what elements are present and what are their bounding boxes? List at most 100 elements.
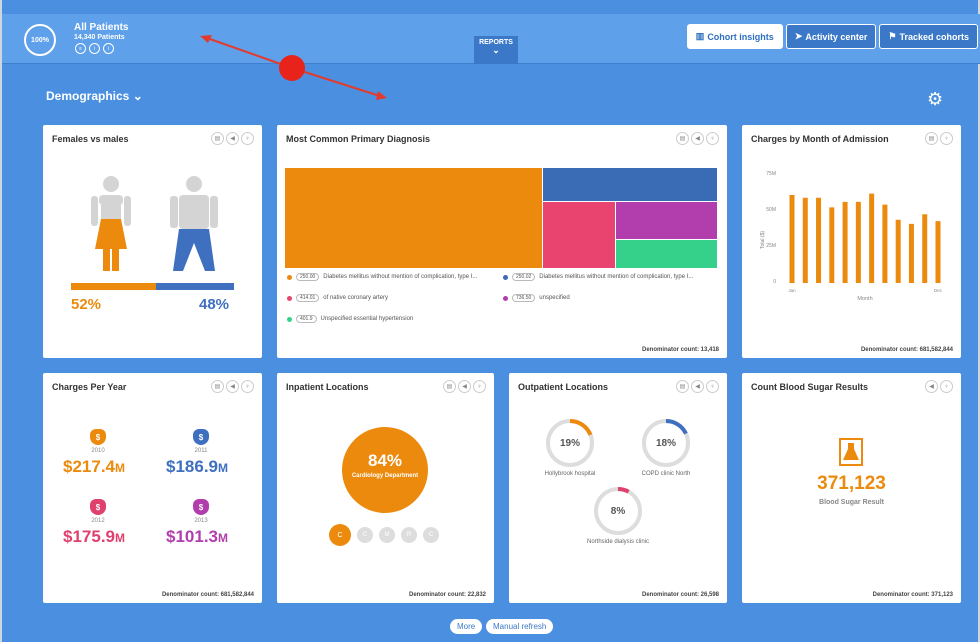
- male-percent: 48%: [199, 296, 230, 313]
- x-axis-title: Month: [857, 296, 872, 302]
- pager-dot-active[interactable]: C: [329, 524, 351, 546]
- bar-oct[interactable]: [908, 223, 914, 283]
- female-figure-icon: [91, 176, 131, 271]
- diagnosis-code: 414.01: [296, 294, 320, 302]
- legend-item[interactable]: 250.00 Diabetes mellitus without mention…: [287, 273, 477, 281]
- donut-percent: 19%: [560, 438, 580, 449]
- dashboard-frame: 100% All Patients 14,340 Patients ≡ i i …: [0, 0, 980, 642]
- announce-icon[interactable]: ◀: [925, 380, 938, 393]
- table-icon[interactable]: ▤: [676, 380, 689, 393]
- bar-jul[interactable]: [869, 193, 875, 283]
- year-amount: $175.9M: [63, 527, 125, 547]
- pager-dot[interactable]: C: [357, 527, 373, 543]
- section-title: Demographics: [46, 89, 130, 103]
- lightbulb-icon[interactable]: ♀: [706, 132, 719, 145]
- year-label: 2012: [91, 518, 105, 524]
- bar-may[interactable]: [842, 201, 848, 283]
- activity-center-button[interactable]: ➤ Activity center: [785, 24, 877, 49]
- location-pager: C C M R C: [329, 524, 439, 546]
- denominator-count: Denominator count: 26,598: [641, 592, 719, 598]
- treemap-cell-401-9: [616, 240, 717, 268]
- cohort-percent-ring[interactable]: 100%: [24, 24, 56, 56]
- card-charges-by-month: Charges by Month of Admission ▤ ♀ Total …: [742, 125, 961, 358]
- diagnosis-code: 250.02: [512, 273, 536, 281]
- card-charges-per-year: Charges Per Year ▤ ◀ ♀ $ 2010 $217.4M $ …: [43, 373, 262, 603]
- amount-value: $217.4: [63, 457, 115, 476]
- table-icon[interactable]: ▤: [925, 132, 938, 145]
- card-title: Most Common Primary Diagnosis: [286, 134, 431, 144]
- diagnosis-text: unspecified: [539, 295, 570, 301]
- table-icon[interactable]: ▤: [211, 380, 224, 393]
- chevron-down-icon: ⌄: [492, 45, 500, 55]
- section-dropdown[interactable]: Demographics ⌄: [46, 89, 143, 103]
- diagnosis-text: Unspecified essential hypertension: [320, 316, 414, 322]
- list-icon[interactable]: ≡: [75, 43, 86, 54]
- inpatient-bubble[interactable]: 84% Cardiology Department: [342, 427, 428, 513]
- cohort-title[interactable]: All Patients: [74, 22, 128, 33]
- year-label: 2011: [194, 448, 208, 454]
- card-title: Count Blood Sugar Results: [751, 382, 868, 392]
- lightbulb-icon[interactable]: ♀: [473, 380, 486, 393]
- card-actions: ▤ ◀ ♀: [211, 132, 254, 145]
- tracked-cohorts-button[interactable]: ⚑ Tracked cohorts: [879, 24, 978, 49]
- card-actions: ▤ ◀ ♀: [676, 132, 719, 145]
- blood-sugar-value: 371,123: [817, 473, 886, 494]
- announce-icon[interactable]: ◀: [226, 380, 239, 393]
- card-title: Charges Per Year: [52, 382, 127, 392]
- more-button[interactable]: More: [450, 619, 483, 634]
- table-icon[interactable]: ▤: [211, 132, 224, 145]
- bar-feb[interactable]: [802, 197, 808, 283]
- bar-mar[interactable]: [816, 197, 822, 283]
- denominator-count: Denominator count: 13,418: [641, 347, 719, 353]
- announce-icon[interactable]: ◀: [691, 380, 704, 393]
- male-bar: [155, 283, 234, 290]
- amount-value: $101.3: [166, 527, 218, 546]
- money-bag-icon: $: [90, 429, 106, 445]
- tracked-cohorts-label: Tracked cohorts: [899, 31, 969, 42]
- announce-icon[interactable]: ◀: [458, 380, 471, 393]
- lightbulb-icon[interactable]: ♀: [940, 380, 953, 393]
- bar-aug[interactable]: [882, 204, 888, 283]
- bar-dec[interactable]: [935, 221, 941, 283]
- info-icon[interactable]: i: [103, 43, 114, 54]
- legend-item[interactable]: 414.01 of native coronary artery: [287, 294, 388, 302]
- table-icon[interactable]: ▤: [443, 380, 456, 393]
- announce-icon[interactable]: ◀: [691, 132, 704, 145]
- info-icon[interactable]: i: [89, 43, 100, 54]
- card-title: Charges by Month of Admission: [751, 134, 889, 144]
- table-icon[interactable]: ▤: [676, 132, 689, 145]
- legend-dot: [287, 295, 292, 301]
- cohort-percent: 100%: [31, 36, 49, 44]
- lightbulb-icon[interactable]: ♀: [241, 380, 254, 393]
- female-percent: 52%: [71, 296, 102, 313]
- legend-item[interactable]: 401.9 Unspecified essential hypertension: [287, 315, 413, 323]
- announce-icon[interactable]: ◀: [226, 132, 239, 145]
- top-nav-buttons: ▥ Cohort insights ➤ Activity center ⚑ Tr…: [686, 24, 978, 49]
- legend-item[interactable]: 736.50 unspecified: [503, 294, 570, 302]
- amount-unit: M: [218, 461, 228, 475]
- cohort-insights-button[interactable]: ▥ Cohort insights: [686, 24, 783, 49]
- cohort-insights-label: Cohort insights: [707, 31, 774, 42]
- pager-dot[interactable]: R: [401, 527, 417, 543]
- bar-jun[interactable]: [855, 201, 861, 283]
- cohort-patient-count: 14,340 Patients: [74, 34, 125, 41]
- inpatient-percent: 84%: [367, 451, 403, 470]
- lightbulb-icon[interactable]: ♀: [706, 380, 719, 393]
- pager-dot[interactable]: C: [423, 527, 439, 543]
- lightbulb-icon[interactable]: ♀: [940, 132, 953, 145]
- bar-nov[interactable]: [922, 214, 928, 283]
- lightbulb-icon[interactable]: ♀: [241, 132, 254, 145]
- manual-refresh-button[interactable]: Manual refresh: [486, 619, 554, 634]
- paper-plane-icon: ➤: [794, 31, 803, 41]
- bar-sep[interactable]: [895, 219, 901, 283]
- bar-apr[interactable]: [829, 207, 835, 283]
- bar-jan[interactable]: [789, 195, 795, 283]
- blood-sugar-label: Blood Sugar Result: [819, 499, 884, 506]
- pager-dot[interactable]: M: [379, 527, 395, 543]
- denominator-count: Denominator count: 22,832: [408, 592, 486, 598]
- gear-icon[interactable]: ⚙: [927, 89, 943, 110]
- denominator-count: Denominator count: 681,582,844: [860, 347, 953, 353]
- reports-toggle[interactable]: REPORTS ⌄: [474, 36, 518, 64]
- legend-item[interactable]: 250.02 Diabetes mellitus without mention…: [503, 273, 693, 281]
- donut-arc: [569, 419, 593, 436]
